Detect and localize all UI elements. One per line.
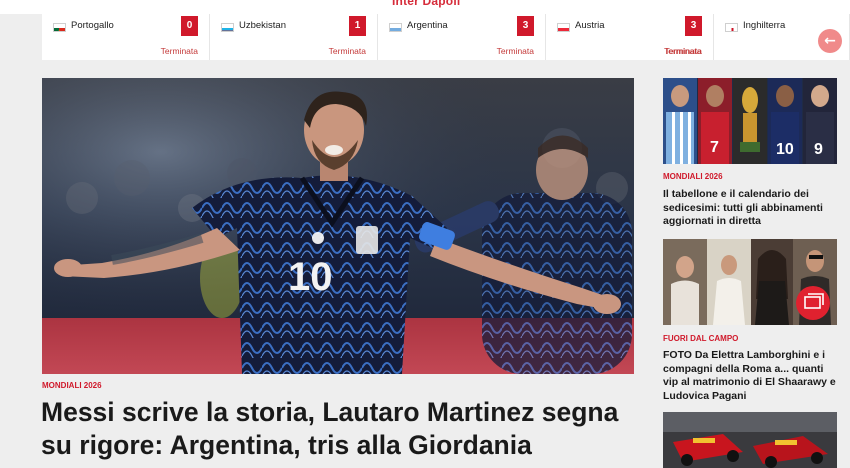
match-status: Terminata	[160, 46, 198, 56]
main-article-category[interactable]: MONDIALI 2026	[42, 381, 102, 390]
flag-austria-icon	[557, 23, 570, 32]
scroll-left-button[interactable]: ←	[818, 29, 842, 53]
match-card[interactable]: Uzbekistan 1 Terminata	[210, 14, 378, 60]
match-status: Terminata	[496, 46, 534, 56]
flag-uzbekistan-icon	[221, 23, 234, 32]
score-ticker: Portogallo 0 Terminata Uzbekistan 1 Term…	[0, 14, 850, 60]
team-name: Uzbekistan	[239, 20, 286, 31]
hero-image[interactable]: 10	[42, 78, 634, 374]
sidebar-article-category[interactable]: MONDIALI 2026	[663, 172, 723, 181]
main-article-title[interactable]: Messi scrive la storia, Lautaro Martinez…	[41, 396, 641, 462]
sidebar-thumbnail[interactable]: 7 10 9	[663, 78, 837, 164]
match-card[interactable]: Argentina 3 Terminata	[378, 14, 546, 60]
flag-portugal-icon	[53, 23, 66, 32]
score-badge: 1	[349, 16, 366, 36]
sidebar-article-title[interactable]: FOTO Da Elettra Lamborghini e i compagni…	[663, 349, 837, 403]
sidebar-thumbnail[interactable]	[663, 412, 837, 468]
team-name: Inghilterra	[743, 20, 786, 31]
arrow-left-icon: ←	[824, 33, 836, 49]
flag-argentina-icon	[389, 23, 402, 32]
gallery-icon[interactable]	[796, 286, 830, 320]
score-badge: 3	[685, 16, 702, 36]
site-header: Inter Dapoli	[0, 0, 850, 14]
svg-text:9: 9	[814, 141, 823, 158]
site-logo[interactable]: Inter Dapoli	[392, 0, 460, 8]
svg-text:7: 7	[710, 139, 719, 156]
svg-text:10: 10	[776, 141, 794, 158]
sidebar-article-title[interactable]: Il tabellone e il calendario dei sedices…	[663, 188, 837, 229]
team-name: Argentina	[407, 20, 448, 31]
sidebar-article-category[interactable]: FUORI DAL CAMPO	[663, 334, 738, 343]
flag-england-icon	[725, 23, 738, 32]
team-name: Austria	[575, 20, 605, 31]
team-name: Portogallo	[71, 20, 114, 31]
jersey-number: 10	[288, 255, 333, 299]
score-badge: 0	[181, 16, 198, 36]
match-status: Terminata	[664, 46, 702, 56]
match-card[interactable]: Portogallo 0 Terminata	[42, 14, 210, 60]
match-status: Terminata	[328, 46, 366, 56]
score-badge: 3	[517, 16, 534, 36]
